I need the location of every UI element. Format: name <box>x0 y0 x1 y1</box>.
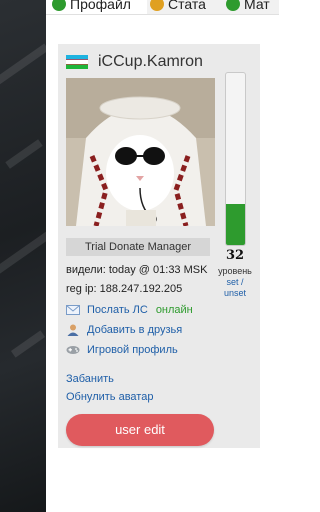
tab-matches[interactable]: Мат <box>226 0 270 14</box>
reset-avatar-link[interactable]: Обнулить аватар <box>66 391 153 403</box>
uzbekistan-flag-icon <box>66 55 88 69</box>
profile-card: iCCup.Kamron 32 уровень set / unset Tria… <box>58 44 260 448</box>
nickname-row: iCCup.Kamron <box>66 53 203 71</box>
envelope-icon <box>66 305 80 315</box>
match-icon <box>226 0 240 11</box>
send-pm-row: Послать ЛС онлайн <box>66 304 193 316</box>
level-progress-fill <box>226 203 245 245</box>
last-seen-text: видели: today @ 01:33 MSK <box>66 264 208 276</box>
background-artwork <box>0 0 46 512</box>
tab-profile[interactable]: Профайл <box>46 0 147 14</box>
level-progress-bar <box>225 72 246 246</box>
reg-ip-text: reg ip: 188.247.192.205 <box>66 283 183 295</box>
level-value: 32 <box>225 248 245 263</box>
role-badge: Trial Donate Manager <box>66 238 210 256</box>
tab-stats-label: Стата <box>168 0 206 12</box>
online-status: онлайн <box>155 304 193 316</box>
game-profile-row: Игровой профиль <box>66 344 178 356</box>
send-pm-link[interactable]: Послать ЛС <box>87 304 148 316</box>
level-set-link[interactable]: set / <box>210 277 260 287</box>
profile-tabs: Профайл Стата Мат <box>46 0 279 15</box>
add-friend-row: Добавить в друзья <box>66 324 182 336</box>
add-user-icon <box>67 324 79 336</box>
tab-matches-label: Мат <box>244 0 270 12</box>
ban-link[interactable]: Забанить <box>66 373 114 385</box>
tab-stats[interactable]: Стата <box>150 0 206 14</box>
game-profile-link[interactable]: Игровой профиль <box>87 344 178 356</box>
user-edit-button[interactable]: user edit <box>66 414 214 446</box>
cat-avatar <box>66 78 215 226</box>
tab-profile-label: Профайл <box>70 0 131 12</box>
level-label: уровень <box>218 266 252 276</box>
level-unset-link[interactable]: unset <box>210 288 260 298</box>
smile-icon <box>52 0 66 11</box>
nickname: iCCup.Kamron <box>98 53 203 70</box>
stats-icon <box>150 0 164 11</box>
gamepad-icon <box>66 346 80 354</box>
add-friend-link[interactable]: Добавить в друзья <box>87 324 182 336</box>
